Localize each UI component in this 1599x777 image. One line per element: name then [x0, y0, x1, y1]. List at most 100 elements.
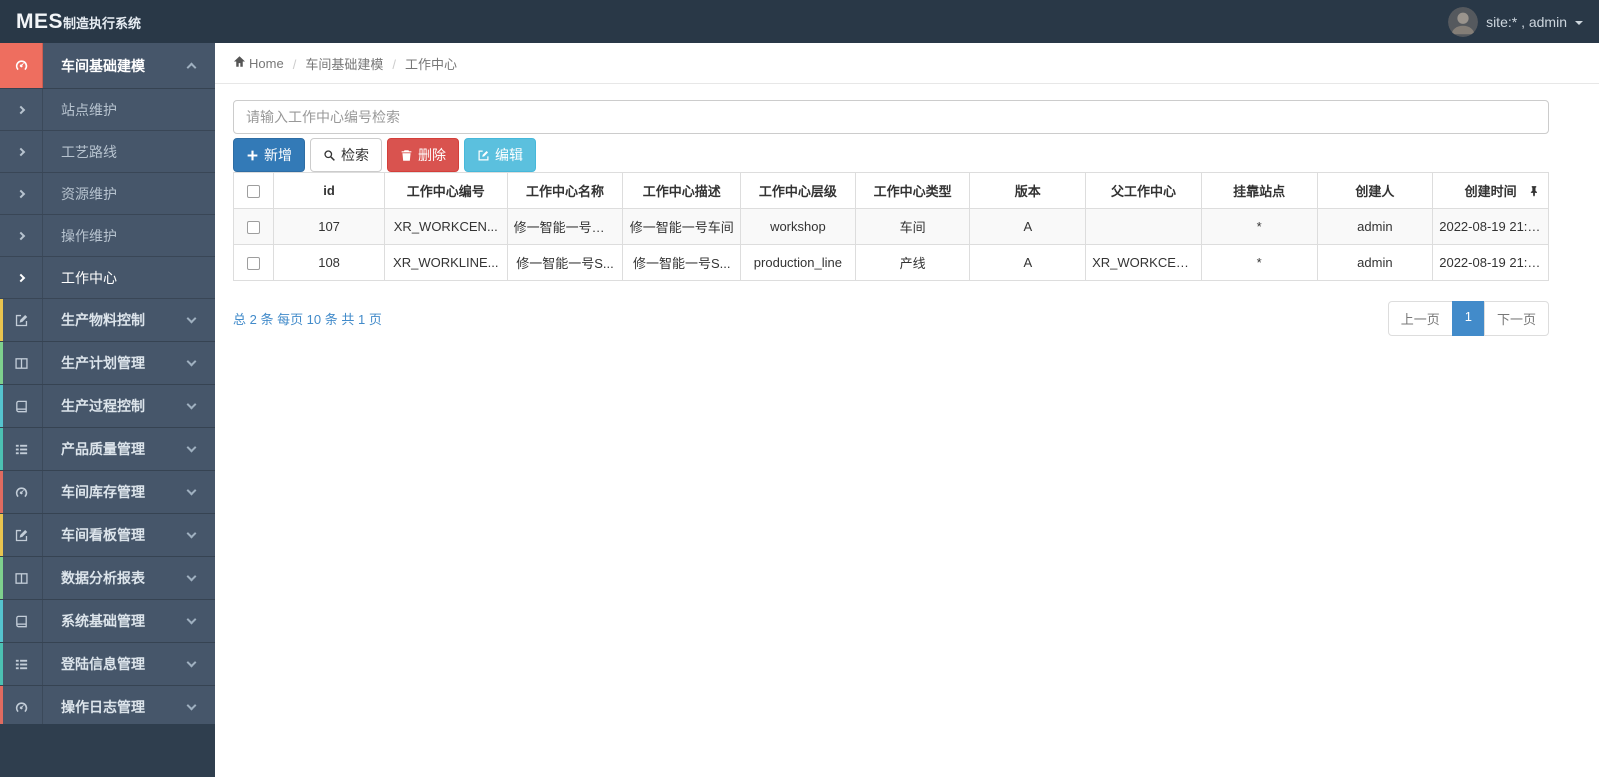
- list-icon: [0, 643, 43, 685]
- sidebar-group-label: 车间库存管理: [61, 484, 145, 500]
- table-body: 107 XR_WORKCEN... 修一智能一号车间 修一智能一号车间 workshop…: [232, 208, 1549, 281]
- sidebar-item-0-3[interactable]: 操作维护: [0, 215, 215, 257]
- accent-strip: [0, 557, 3, 599]
- edit-button[interactable]: 编辑: [464, 138, 536, 172]
- accent-strip: [0, 686, 3, 724]
- delete-button[interactable]: 删除: [387, 138, 459, 172]
- sidebar-menu: 车间基础建模站点维护 工艺路线资源维护操作维护工作中心生产物料控制生产计划管理生产…: [0, 43, 215, 724]
- sidebar-group-1[interactable]: 生产物料控制: [0, 299, 215, 342]
- row-select-cell: [232, 244, 275, 281]
- breadcrumb-trail: / 车间基础建模 / 工作中心: [284, 54, 457, 73]
- column-header: 父工作中心: [1085, 172, 1202, 209]
- table-row: 108 XR_WORKLINE... 修一智能一号S... 修一智能一号S... pro…: [232, 244, 1549, 281]
- sidebar-group-label: 操作日志管理: [61, 699, 145, 715]
- page-prev[interactable]: 上一页: [1387, 301, 1453, 336]
- chevron-down-icon: [186, 700, 197, 710]
- sidebar-group-label: 生产计划管理: [61, 355, 145, 371]
- accent-strip: [0, 428, 3, 470]
- accent-strip: [0, 385, 3, 427]
- breadcrumb: Home / 车间基础建模 / 工作中心: [215, 43, 1599, 84]
- sidebar-group-6[interactable]: 车间看板管理: [0, 514, 215, 557]
- topbar: MES 制造执行系统 site:* , admin: [0, 0, 1599, 43]
- sidebar-item-0-0[interactable]: 站点维护: [0, 89, 215, 131]
- book-icon: [0, 385, 43, 427]
- select-all-checkbox[interactable]: [247, 185, 261, 199]
- table-cell: A: [969, 244, 1087, 281]
- user-label: site:* , admin: [1486, 13, 1567, 30]
- breadcrumb-separator: /: [392, 56, 396, 72]
- sidebar-item-label: 工作中心: [61, 269, 117, 286]
- main-content: Home / 车间基础建模 / 工作中心 新增 检索 删除 编辑 id工作中心编号工作中心名…: [215, 0, 1599, 336]
- logo-text: 制造执行系统: [63, 15, 142, 31]
- sidebar-group-label: 车间基础建模: [61, 57, 145, 74]
- columns-icon: [0, 342, 43, 384]
- sidebar-group-9[interactable]: 登陆信息管理: [0, 643, 215, 686]
- trash-icon: [400, 149, 413, 162]
- dashboard-icon: [0, 471, 43, 513]
- search-input[interactable]: [233, 100, 1549, 134]
- column-header: 工作中心名称: [506, 172, 624, 209]
- home-icon: [233, 55, 246, 71]
- select-all-cell: [232, 172, 275, 209]
- sidebar-item-label: 操作维护: [61, 227, 117, 244]
- table-cell: 修一智能一号S...: [622, 244, 742, 281]
- sidebar-group-0[interactable]: 车间基础建模: [0, 43, 215, 89]
- magnifier-icon: [323, 149, 336, 162]
- accent-strip: [0, 342, 3, 384]
- table-cell: 107: [273, 208, 385, 245]
- chevron-down-icon: [186, 528, 197, 538]
- page-current[interactable]: 1: [1451, 301, 1485, 336]
- table-footer: 总 2 条 每页 10 条 共 1 页 上一页 1 下一页: [233, 301, 1549, 336]
- breadcrumb-separator: /: [292, 56, 297, 72]
- button-label: 新增: [264, 147, 292, 163]
- button-label: 删除: [418, 147, 446, 163]
- sidebar-group-2[interactable]: 生产计划管理: [0, 342, 215, 385]
- table-cell: 修一智能一号S...: [506, 244, 624, 281]
- chevron-down-icon: [186, 614, 197, 624]
- chevron-down-icon: [186, 485, 197, 495]
- column-header: 工作中心层级: [740, 172, 856, 209]
- table-cell: 车间: [854, 208, 971, 245]
- sidebar-group-5[interactable]: 车间库存管理: [0, 471, 215, 514]
- search-button[interactable]: 检索: [310, 138, 382, 172]
- sidebar-group-10[interactable]: 操作日志管理: [0, 686, 215, 724]
- chevron-right-icon: [0, 173, 43, 214]
- pin-icon[interactable]: [1528, 185, 1540, 197]
- sidebar-group-label: 登陆信息管理: [61, 656, 145, 672]
- column-header: 工作中心编号: [383, 172, 508, 209]
- breadcrumb-home[interactable]: Home: [233, 55, 284, 71]
- page-next[interactable]: 下一页: [1483, 301, 1549, 336]
- table-cell: 修一智能一号车间: [622, 208, 742, 245]
- sidebar-group-label: 车间看板管理: [61, 527, 145, 543]
- table-cell: 修一智能一号车间: [506, 208, 624, 245]
- book-icon: [0, 600, 43, 642]
- row-checkbox[interactable]: [247, 257, 261, 271]
- chevron-right-icon: [0, 215, 43, 256]
- sidebar-item-label: 资源维护: [61, 185, 117, 202]
- table-cell: [1085, 208, 1202, 245]
- row-checkbox[interactable]: [247, 221, 261, 235]
- table-cell: 2022-08-19 21:1...: [1432, 244, 1549, 281]
- add-button[interactable]: 新增: [233, 138, 305, 172]
- chevron-down-icon: [186, 356, 197, 366]
- pagination: 上一页 1 下一页: [1387, 301, 1549, 336]
- table-cell: *: [1200, 244, 1318, 281]
- table-header-row: id 工作中心编号 工作中心名称 工作中心描述 工作中心层级 工作中心类型 版本 父工作中心挂…: [232, 172, 1549, 209]
- sidebar-group-8[interactable]: 系统基础管理: [0, 600, 215, 643]
- table-cell: XR_WORKCEN...: [1085, 244, 1202, 281]
- sidebar-group-7[interactable]: 数据分析报表: [0, 557, 215, 600]
- table-cell: A: [969, 208, 1087, 245]
- table-cell: production_line: [740, 244, 856, 281]
- dashboard-icon: [0, 43, 43, 88]
- chevron-down-icon: [186, 399, 197, 409]
- user-menu[interactable]: site:* , admin: [1448, 6, 1583, 37]
- sidebar-item-0-1[interactable]: 工艺路线: [0, 131, 215, 173]
- sidebar-group-3[interactable]: 生产过程控制: [0, 385, 215, 428]
- sidebar-group-4[interactable]: 产品质量管理: [0, 428, 215, 471]
- pencil-icon: [0, 299, 43, 341]
- column-header: id: [273, 172, 385, 209]
- breadcrumb-home-link[interactable]: Home: [249, 56, 284, 71]
- breadcrumb-item[interactable]: 车间基础建模: [305, 57, 383, 72]
- sidebar-item-0-4[interactable]: 工作中心: [0, 257, 215, 299]
- sidebar-item-0-2[interactable]: 资源维护: [0, 173, 215, 215]
